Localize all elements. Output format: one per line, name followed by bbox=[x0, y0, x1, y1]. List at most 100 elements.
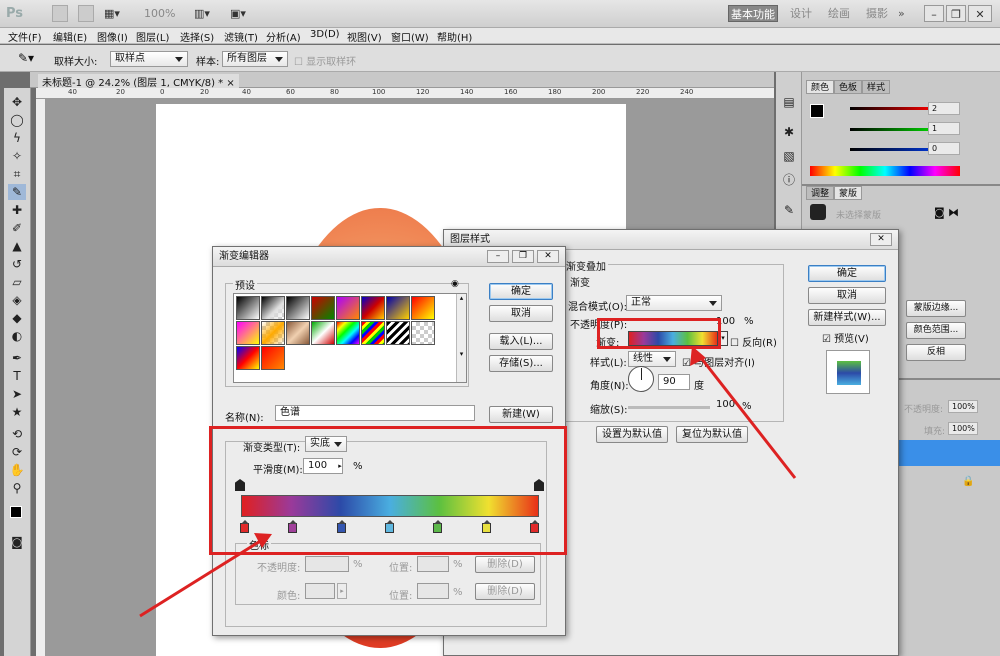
green-slider[interactable] bbox=[850, 128, 930, 131]
hand-tool-icon[interactable]: ✋ bbox=[8, 462, 26, 478]
color-fg-swatch[interactable] bbox=[810, 104, 824, 118]
stop-opacity-delete-button[interactable]: 删除(D) bbox=[475, 556, 535, 573]
new-style-button[interactable]: 新建样式(W)... bbox=[808, 309, 886, 326]
preset-swatch[interactable] bbox=[336, 296, 360, 320]
foreground-color-swatch[interactable] bbox=[10, 506, 22, 518]
stop-color-swatch[interactable] bbox=[305, 583, 335, 599]
arrange-documents-icon[interactable]: ▥▾ bbox=[194, 5, 210, 22]
green-value[interactable]: 1 bbox=[928, 122, 960, 135]
tab-masks[interactable]: 蒙版 bbox=[834, 186, 863, 200]
preset-swatch[interactable] bbox=[386, 321, 410, 345]
reverse-checkbox[interactable]: ☐ 反向(R) bbox=[730, 334, 777, 349]
preset-swatch[interactable] bbox=[236, 346, 260, 370]
brush-tool-icon[interactable]: ✐ bbox=[8, 220, 26, 236]
ge-new-button[interactable]: 新建(W) bbox=[489, 406, 553, 423]
menu-filter[interactable]: 滤镜(T) bbox=[224, 29, 258, 44]
history-panel-icon[interactable]: ▤ bbox=[780, 94, 798, 110]
color-stop[interactable] bbox=[433, 520, 443, 533]
workspace-essentials[interactable]: 基本功能 bbox=[728, 5, 778, 22]
ge-minimize-icon[interactable]: – bbox=[487, 250, 509, 263]
angle-input[interactable]: 90 bbox=[658, 374, 690, 390]
mask-edge-button[interactable]: 蒙版边缘... bbox=[906, 300, 966, 317]
menu-3d[interactable]: 3D(D) bbox=[310, 29, 340, 40]
presets-menu-icon[interactable]: ◉ bbox=[451, 279, 459, 289]
path-select-icon[interactable]: ➤ bbox=[8, 386, 26, 402]
stop-color-menu-icon[interactable]: ▸ bbox=[337, 583, 347, 599]
menu-view[interactable]: 视图(V) bbox=[347, 29, 382, 44]
preset-swatch[interactable] bbox=[411, 321, 435, 345]
preset-swatch[interactable] bbox=[286, 321, 310, 345]
preset-swatch[interactable] bbox=[311, 321, 335, 345]
eyedropper-tool-icon[interactable]: ✎ bbox=[8, 184, 26, 200]
sample-size-select[interactable]: 取样点 bbox=[110, 51, 188, 67]
layer-style-cancel-button[interactable]: 取消 bbox=[808, 287, 886, 304]
history-brush-icon[interactable]: ↺ bbox=[8, 256, 26, 272]
color-stop[interactable] bbox=[336, 520, 346, 533]
dodge-tool-icon[interactable]: ◐ bbox=[8, 328, 26, 344]
marquee-tool-icon[interactable]: ◯ bbox=[8, 112, 26, 128]
type-tool-icon[interactable]: T bbox=[8, 368, 26, 384]
zoom-level[interactable]: 100% bbox=[144, 5, 175, 22]
stamp-tool-icon[interactable]: ▲ bbox=[8, 238, 26, 254]
workspace-photography[interactable]: 摄影 bbox=[866, 5, 888, 22]
color-stop[interactable] bbox=[530, 520, 539, 533]
preview-checkbox[interactable]: ☑ 预览(V) bbox=[822, 330, 869, 345]
red-value[interactable]: 2 bbox=[928, 102, 960, 115]
color-spectrum-ramp[interactable] bbox=[810, 166, 960, 176]
gradient-preview-bar[interactable] bbox=[241, 495, 539, 517]
gradient-name-input[interactable]: 色谱 bbox=[275, 405, 475, 421]
blue-value[interactable]: 0 bbox=[928, 142, 960, 155]
menu-help[interactable]: 帮助(H) bbox=[437, 29, 472, 44]
document-tab[interactable]: 未标题-1 @ 24.2% (图层 1, CMYK/8) * × bbox=[38, 74, 239, 89]
angle-dial[interactable] bbox=[628, 366, 654, 392]
stop-opacity-input[interactable] bbox=[305, 556, 349, 572]
preset-swatch[interactable] bbox=[311, 296, 335, 320]
view-extras-icon[interactable]: ▦▾ bbox=[104, 5, 120, 22]
presets-scrollbar[interactable]: ▴ ▾ bbox=[456, 294, 466, 382]
tab-swatches[interactable]: 色板 bbox=[834, 80, 863, 94]
tab-styles[interactable]: 样式 bbox=[862, 80, 891, 94]
preset-swatch[interactable] bbox=[236, 296, 260, 320]
mini-bridge-icon[interactable] bbox=[78, 5, 94, 22]
quick-select-tool-icon[interactable]: ✧ bbox=[8, 148, 26, 164]
more-workspaces-icon[interactable]: » bbox=[898, 5, 905, 22]
scale-slider[interactable] bbox=[628, 406, 710, 409]
menu-layer[interactable]: 图层(L) bbox=[136, 29, 169, 44]
set-default-button[interactable]: 设置为默认值 bbox=[596, 426, 668, 443]
preset-swatch[interactable] bbox=[411, 296, 435, 320]
stop-position-input[interactable] bbox=[417, 556, 449, 572]
menu-select[interactable]: 选择(S) bbox=[180, 29, 214, 44]
preset-swatch[interactable] bbox=[336, 321, 360, 345]
color-stop[interactable] bbox=[240, 520, 249, 533]
color-stop[interactable] bbox=[288, 520, 298, 533]
menu-file[interactable]: 文件(F) bbox=[8, 29, 42, 44]
ge-close-icon[interactable]: ✕ bbox=[537, 250, 559, 263]
preset-swatch[interactable] bbox=[261, 346, 285, 370]
restore-icon[interactable]: ❐ bbox=[946, 5, 966, 22]
tab-adjustments[interactable]: 调整 bbox=[806, 186, 835, 200]
layer-style-ok-button[interactable]: 确定 bbox=[808, 265, 886, 282]
stop-color-delete-button[interactable]: 删除(D) bbox=[475, 583, 535, 600]
paint-bucket-icon[interactable]: ◈ bbox=[8, 292, 26, 308]
close-icon[interactable]: ✕ bbox=[968, 5, 992, 22]
quick-mask-icon[interactable]: ◙ bbox=[8, 534, 26, 550]
tab-color[interactable]: 颜色 bbox=[806, 80, 835, 94]
workspace-design[interactable]: 设计 bbox=[790, 5, 812, 22]
layer-style-close-icon[interactable]: ✕ bbox=[870, 233, 892, 246]
crop-tool-icon[interactable]: ⌗ bbox=[8, 166, 26, 182]
eyedropper-icon[interactable]: ✎▾ bbox=[18, 51, 34, 65]
color-stop[interactable] bbox=[481, 520, 491, 533]
screen-mode-icon[interactable]: ▣▾ bbox=[230, 5, 246, 22]
sample-select[interactable]: 所有图层 bbox=[222, 51, 288, 67]
ge-load-button[interactable]: 载入(L)... bbox=[489, 333, 553, 350]
move-tool-icon[interactable]: ✥ bbox=[8, 94, 26, 110]
bridge-icon[interactable] bbox=[52, 5, 68, 22]
navigator-panel-icon[interactable]: ▧ bbox=[780, 148, 798, 164]
align-with-layer-checkbox[interactable]: ☑ 与图层对齐(I) bbox=[682, 354, 755, 369]
preset-swatch[interactable] bbox=[261, 296, 285, 320]
reset-default-button[interactable]: 复位为默认值 bbox=[676, 426, 748, 443]
preset-swatch[interactable] bbox=[386, 296, 410, 320]
menu-window[interactable]: 窗口(W) bbox=[391, 29, 429, 44]
info-panel-icon[interactable]: ⓘ bbox=[780, 172, 798, 188]
brushes-panel-icon[interactable]: ✎ bbox=[780, 202, 798, 218]
